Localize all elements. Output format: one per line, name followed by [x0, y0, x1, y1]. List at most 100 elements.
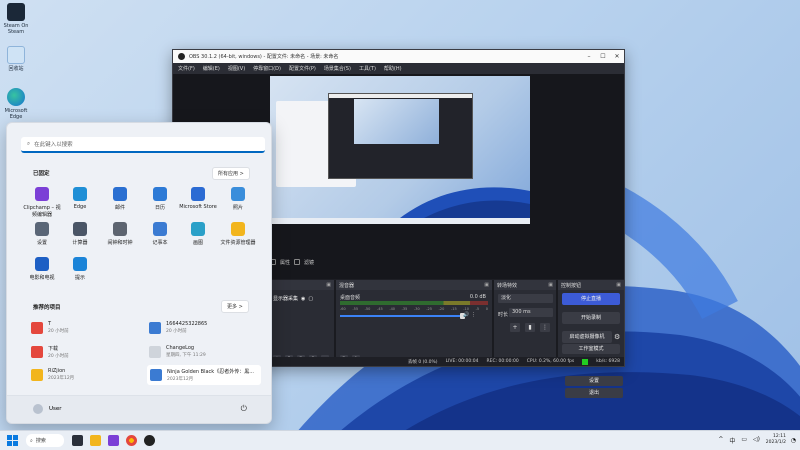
avatar [33, 404, 43, 414]
pinned-app[interactable]: Clipchamp – 视频编辑器 [21, 187, 63, 218]
menu-file[interactable]: 文件(F) [178, 65, 195, 72]
recommended-item[interactable]: T 20 小时前 [31, 321, 69, 334]
recommended-item[interactable]: 1664425322865 20 小时前 [149, 321, 207, 334]
network-icon[interactable]: ▭ [741, 436, 747, 445]
popout-icon[interactable]: ▣ [616, 282, 621, 288]
preview-canvas[interactable] [270, 76, 530, 224]
maximize-icon[interactable]: ☐ [596, 53, 610, 60]
pinned-app-label: 照片 [232, 205, 243, 211]
pinned-app[interactable]: 记事本 [139, 222, 181, 246]
recommended-item[interactable]: RiZjion 2023年12月 [31, 368, 74, 381]
pinned-app-label: 邮件 [114, 205, 125, 211]
task-view-icon[interactable] [72, 435, 83, 446]
pinned-app-label: Edge [73, 204, 87, 210]
bitrate: kb/s: 6928 [596, 359, 620, 364]
chevron-up-icon[interactable]: ^ [718, 436, 723, 445]
user-account[interactable]: User [33, 404, 62, 414]
recommended-item[interactable]: Ninja Golden Black《忍者外传：黑... 2023年12月 [147, 365, 261, 385]
menu-tools[interactable]: 工具(T) [359, 65, 376, 72]
clipchamp-icon[interactable] [108, 435, 119, 446]
mixer-controls: 🔊 ⋮ [463, 312, 476, 318]
menu-profile[interactable]: 配置文件(P) [289, 65, 316, 72]
start-menu: ⌕ 在此键入以搜索 已固定 所有应用 > Clipchamp – 视频编辑器 Ed… [6, 122, 272, 424]
menu-docks[interactable]: 停靠窗口(D) [253, 65, 281, 72]
popout-icon[interactable]: ▣ [548, 282, 553, 288]
speaker-icon[interactable]: 🔊 [463, 312, 469, 318]
settings-button[interactable]: 设置 [565, 376, 623, 386]
preview-wallpaper [392, 187, 530, 224]
obs-taskbar-icon[interactable] [144, 435, 155, 446]
gear-icon[interactable]: ⚙ [614, 331, 622, 343]
pinned-app[interactable]: 文件资源管理器 [217, 222, 259, 246]
pinned-app-label: 电影和电视 [29, 275, 55, 281]
start-recording-button[interactable]: 开始录制 [562, 312, 620, 324]
start-button[interactable] [7, 435, 18, 446]
pinned-app[interactable]: 日历 [139, 187, 181, 211]
pinned-app-label: 提示 [74, 275, 85, 281]
add-transition-button[interactable]: + [510, 323, 520, 332]
properties-button[interactable]: 属性 [280, 259, 290, 266]
studio-mode-button[interactable]: 工作室模式 [562, 344, 620, 354]
pinned-app[interactable]: 闹钟和时钟 [99, 222, 141, 246]
volume-meter [340, 301, 488, 305]
duration-input[interactable]: 300 ms [509, 308, 553, 317]
start-search-box[interactable]: ⌕ 在此键入以搜索 [21, 137, 265, 153]
clock[interactable]: 12:11 2023/1/2 [766, 434, 786, 446]
menu-view[interactable]: 视图(V) [228, 65, 245, 72]
app-icon [191, 187, 205, 201]
obs-logo-icon [178, 53, 185, 60]
volume-icon[interactable]: ◁) [753, 436, 760, 445]
pinned-app[interactable]: 邮件 [99, 187, 141, 211]
menu-edit[interactable]: 编辑(E) [203, 65, 220, 72]
chrome-icon[interactable] [126, 435, 137, 446]
filter-icon[interactable] [294, 259, 301, 265]
lock-icon[interactable]: ▢ [308, 296, 313, 302]
filters-button[interactable]: 滤镜 [304, 259, 314, 266]
file-icon [31, 368, 43, 381]
input-language[interactable]: 中 [729, 436, 735, 445]
recommended-item[interactable]: ChangeLog 星期四, 下午 11:29 [149, 345, 206, 358]
all-apps-button[interactable]: 所有应用 > [212, 167, 250, 180]
search-icon: ⌕ [30, 437, 33, 444]
recommended-time: 2023年12月 [48, 376, 75, 381]
pinned-app[interactable]: 画图 [177, 222, 219, 246]
desktop-icon-recycle-bin[interactable]: 回收站 [2, 46, 30, 72]
app-icon [73, 257, 87, 271]
exit-button[interactable]: 退出 [565, 388, 623, 398]
pinned-app-label: Clipchamp – 视频编辑器 [23, 205, 61, 218]
source-item[interactable]: 显示器采集 ◉ ▢ [273, 295, 313, 303]
notification-icon[interactable]: ◔ [791, 437, 796, 444]
eye-icon[interactable]: ◉ [301, 296, 305, 302]
pinned-app[interactable]: 照片 [217, 187, 259, 211]
volume-slider[interactable] [340, 313, 465, 319]
menu-scene-collection[interactable]: 场景集合(S) [324, 65, 351, 72]
close-icon[interactable]: ✕ [610, 53, 624, 60]
obs-title-bar[interactable]: OBS 30.1.2 (64-bit, windows) - 配置文件: 未命名… [173, 50, 624, 63]
pinned-app[interactable]: 设置 [21, 222, 63, 246]
desktop-icon-edge[interactable]: Microsoft Edge [2, 88, 30, 120]
search-placeholder: 在此键入以搜索 [34, 142, 73, 148]
kebab-menu-icon[interactable]: ⋮ [471, 312, 476, 318]
remove-transition-button[interactable]: ▮ [525, 323, 535, 332]
stop-streaming-button[interactable]: 停止直播 [562, 293, 620, 305]
file-explorer-icon[interactable] [90, 435, 101, 446]
pinned-app[interactable]: 计算器 [59, 222, 101, 246]
pinned-app[interactable]: Microsoft Store [177, 187, 219, 210]
pinned-app-label: 闹钟和时钟 [107, 240, 133, 246]
popout-icon[interactable]: ▣ [326, 282, 331, 288]
start-virtual-camera-button[interactable]: 启动虚拟摄像机 [562, 331, 612, 343]
recommended-item[interactable]: 下载 20 小时前 [31, 345, 69, 359]
more-button[interactable]: 更多 > [221, 300, 249, 313]
system-tray: ^ 中 ▭ ◁) [718, 436, 760, 445]
pinned-app[interactable]: Edge [59, 187, 101, 210]
taskbar-search[interactable]: ⌕ 搜索 [26, 434, 64, 447]
minimize-icon[interactable]: – [582, 53, 596, 60]
transition-type-select[interactable]: 淡化 [498, 294, 553, 303]
menu-help[interactable]: 帮助(H) [384, 65, 402, 72]
pinned-app[interactable]: 提示 [59, 257, 101, 281]
popout-icon[interactable]: ▣ [484, 282, 489, 288]
pinned-app[interactable]: 电影和电视 [21, 257, 63, 281]
power-icon[interactable]: ⏻ [241, 404, 247, 414]
desktop-icon-steam[interactable]: Steam On Steam [2, 3, 30, 35]
transition-menu-button[interactable]: ⋮ [540, 323, 550, 332]
